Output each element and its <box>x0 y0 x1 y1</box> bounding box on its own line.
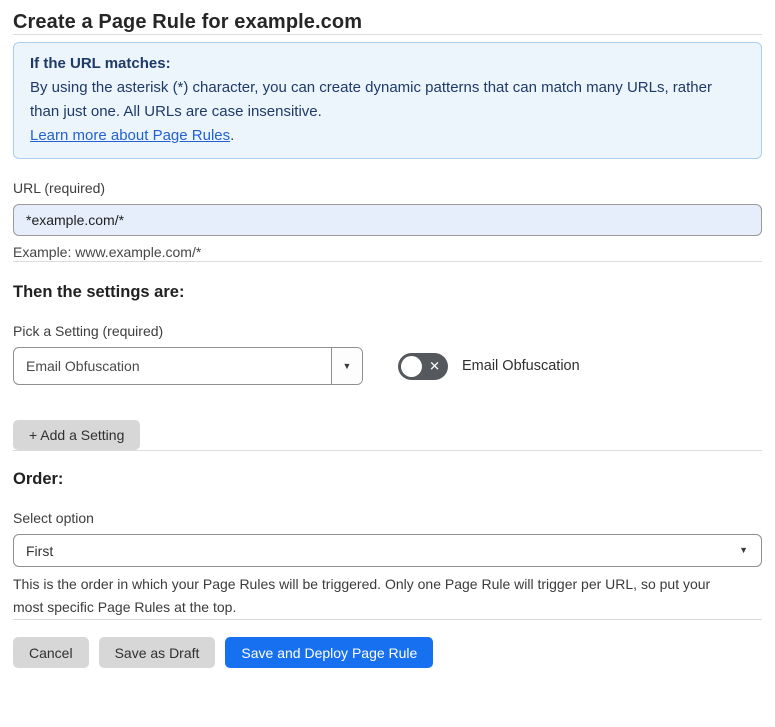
header-divider <box>13 34 762 35</box>
url-example-text: Example: www.example.com/* <box>13 244 202 260</box>
toggle-knob <box>401 355 422 377</box>
caret-down-icon: ▼ <box>739 545 748 555</box>
learn-more-link[interactable]: Learn more about Page Rules <box>30 127 230 144</box>
footer-divider <box>13 619 762 620</box>
url-match-info-box: If the URL matches: By using the asteris… <box>13 42 762 159</box>
create-page-rule-form: Create a Page Rule for example.com If th… <box>0 10 775 668</box>
setting-select[interactable]: Email Obfuscation ▼ <box>13 347 363 385</box>
settings-heading: Then the settings are: <box>13 283 185 301</box>
link-period: . <box>230 127 235 144</box>
order-select[interactable]: First ▼ <box>13 534 762 567</box>
toggle-label: Email Obfuscation <box>462 358 580 374</box>
email-obfuscation-toggle[interactable]: ✕ <box>398 352 448 380</box>
info-box-body: By using the asterisk (*) character, you… <box>30 79 712 120</box>
page-title: Create a Page Rule for example.com <box>13 11 363 33</box>
info-box-link-line: Learn more about Page Rules. <box>30 124 745 148</box>
add-setting-button[interactable]: + Add a Setting <box>13 420 141 450</box>
setting-row: Email Obfuscation ▼ ✕ Email Obfuscation <box>13 347 762 385</box>
order-select-value: First <box>26 542 54 559</box>
cancel-button[interactable]: Cancel <box>13 637 89 668</box>
footer-actions: Cancel Save as Draft Save and Deploy Pag… <box>13 637 762 668</box>
order-help-text: This is the order in which your Page Rul… <box>13 576 711 615</box>
url-label: URL (required) <box>13 180 106 196</box>
order-heading: Order: <box>13 470 64 488</box>
save-deploy-button[interactable]: Save and Deploy Page Rule <box>225 637 434 668</box>
info-box-heading: If the URL matches: <box>30 55 171 72</box>
setting-select-arrow-button[interactable]: ▼ <box>331 348 362 384</box>
section-divider <box>13 261 762 262</box>
pick-setting-label: Pick a Setting (required) <box>13 323 164 339</box>
select-option-label: Select option <box>13 510 94 526</box>
x-icon: ✕ <box>429 358 440 374</box>
section-divider <box>13 450 762 451</box>
caret-down-icon: ▼ <box>342 360 352 371</box>
setting-select-value: Email Obfuscation <box>26 358 140 374</box>
url-input[interactable] <box>13 204 762 236</box>
save-draft-button[interactable]: Save as Draft <box>98 637 216 668</box>
